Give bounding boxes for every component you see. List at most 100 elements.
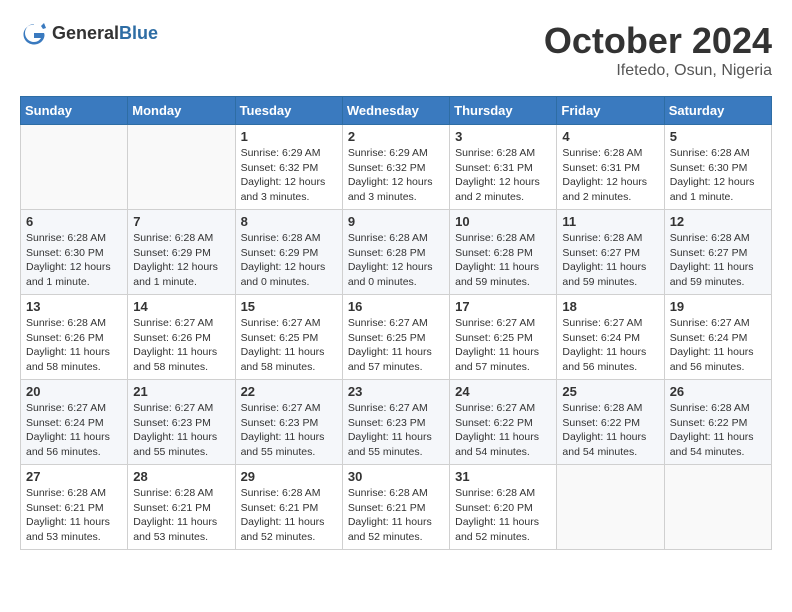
day-detail: Sunrise: 6:28 AM Sunset: 6:27 PM Dayligh… [670,231,766,290]
day-number: 20 [26,384,122,399]
day-number: 27 [26,469,122,484]
day-number: 15 [241,299,337,314]
day-number: 31 [455,469,551,484]
calendar-cell: 31 Sunrise: 6:28 AM Sunset: 6:20 PM Dayli… [450,465,557,550]
day-detail: Sunrise: 6:27 AM Sunset: 6:25 PM Dayligh… [455,316,551,375]
weekday-header: Sunday [21,97,128,125]
calendar-cell: 22 Sunrise: 6:27 AM Sunset: 6:23 PM Dayli… [235,380,342,465]
weekday-header: Thursday [450,97,557,125]
day-number: 2 [348,129,444,144]
calendar-cell: 8 Sunrise: 6:28 AM Sunset: 6:29 PM Daylig… [235,210,342,295]
calendar-cell: 13 Sunrise: 6:28 AM Sunset: 6:26 PM Dayli… [21,295,128,380]
day-number: 6 [26,214,122,229]
day-detail: Sunrise: 6:28 AM Sunset: 6:28 PM Dayligh… [455,231,551,290]
calendar-cell: 25 Sunrise: 6:28 AM Sunset: 6:22 PM Dayli… [557,380,664,465]
calendar-cell: 16 Sunrise: 6:27 AM Sunset: 6:25 PM Dayli… [342,295,449,380]
day-number: 14 [133,299,229,314]
calendar-cell: 1Sunrise: 6:29 AM Sunset: 6:32 PM Daylig… [235,125,342,210]
day-detail: Sunrise: 6:27 AM Sunset: 6:26 PM Dayligh… [133,316,229,375]
day-detail: Sunrise: 6:28 AM Sunset: 6:26 PM Dayligh… [26,316,122,375]
calendar-cell: 12Sunrise: 6:28 AM Sunset: 6:27 PM Dayli… [664,210,771,295]
logo-text: GeneralBlue [52,24,158,44]
calendar-cell: 15Sunrise: 6:27 AM Sunset: 6:25 PM Dayli… [235,295,342,380]
day-number: 16 [348,299,444,314]
day-number: 30 [348,469,444,484]
logo-icon [20,20,48,48]
calendar-cell: 9 Sunrise: 6:28 AM Sunset: 6:28 PM Daylig… [342,210,449,295]
calendar-cell: 3Sunrise: 6:28 AM Sunset: 6:31 PM Daylig… [450,125,557,210]
calendar-cell: 14 Sunrise: 6:27 AM Sunset: 6:26 PM Dayli… [128,295,235,380]
calendar-week-row: 1 Sunrise: 6:29 AM Sunset: 6:32 PM Daylig… [21,125,772,210]
day-number: 26 [670,384,766,399]
day-number: 18 [562,299,658,314]
calendar-cell: 23Sunrise: 6:27 AM Sunset: 6:23 PM Dayli… [342,380,449,465]
day-number: 22 [241,384,337,399]
calendar-cell: 27 Sunrise: 6:28 AM Sunset: 6:21 PM Dayli… [21,465,128,550]
weekday-header: Wednesday [342,97,449,125]
day-number: 23 [348,384,444,399]
day-number: 4 [562,129,658,144]
day-number: 1 [241,129,337,144]
day-detail: Sunrise: 6:28 AM Sunset: 6:21 PM Dayligh… [133,486,229,545]
day-detail: Sunrise: 6:28 AM Sunset: 6:31 PM Dayligh… [562,146,658,205]
day-number: 17 [455,299,551,314]
day-detail: Sunrise: 6:28 AM Sunset: 6:29 PM Dayligh… [133,231,229,290]
calendar-cell: 6 Sunrise: 6:28 AM Sunset: 6:30 PM Daylig… [21,210,128,295]
calendar-cell: 19 Sunrise: 6:27 AM Sunset: 6:24 PM Dayli… [664,295,771,380]
calendar-cell: 10Sunrise: 6:28 AM Sunset: 6:28 PM Dayli… [450,210,557,295]
weekday-header: Friday [557,97,664,125]
day-detail: Sunrise: 6:28 AM Sunset: 6:22 PM Dayligh… [670,401,766,460]
calendar-cell [557,465,664,550]
day-detail: Sunrise: 6:27 AM Sunset: 6:25 PM Dayligh… [348,316,444,375]
day-detail: Sunrise: 6:27 AM Sunset: 6:24 PM Dayligh… [670,316,766,375]
location: Ifetedo, Osun, Nigeria [544,62,772,80]
calendar-cell: 7 Sunrise: 6:28 AM Sunset: 6:29 PM Daylig… [128,210,235,295]
day-detail: Sunrise: 6:28 AM Sunset: 6:21 PM Dayligh… [241,486,337,545]
day-detail: Sunrise: 6:27 AM Sunset: 6:24 PM Dayligh… [562,316,658,375]
day-detail: Sunrise: 6:27 AM Sunset: 6:23 PM Dayligh… [241,401,337,460]
day-detail: Sunrise: 6:28 AM Sunset: 6:27 PM Dayligh… [562,231,658,290]
calendar-cell: 21Sunrise: 6:27 AM Sunset: 6:23 PM Dayli… [128,380,235,465]
calendar-cell: 17 Sunrise: 6:27 AM Sunset: 6:25 PM Dayli… [450,295,557,380]
weekday-header: Monday [128,97,235,125]
day-number: 7 [133,214,229,229]
calendar-cell: 29 Sunrise: 6:28 AM Sunset: 6:21 PM Dayli… [235,465,342,550]
calendar-week-row: 27 Sunrise: 6:28 AM Sunset: 6:21 PM Dayli… [21,465,772,550]
day-number: 29 [241,469,337,484]
calendar-week-row: 6 Sunrise: 6:28 AM Sunset: 6:30 PM Daylig… [21,210,772,295]
day-detail: Sunrise: 6:28 AM Sunset: 6:31 PM Dayligh… [455,146,551,205]
calendar-cell: 5Sunrise: 6:28 AM Sunset: 6:30 PM Daylig… [664,125,771,210]
calendar-cell: 18 Sunrise: 6:27 AM Sunset: 6:24 PM Dayli… [557,295,664,380]
day-detail: Sunrise: 6:28 AM Sunset: 6:29 PM Dayligh… [241,231,337,290]
day-number: 8 [241,214,337,229]
day-number: 19 [670,299,766,314]
day-number: 13 [26,299,122,314]
day-detail: Sunrise: 6:27 AM Sunset: 6:22 PM Dayligh… [455,401,551,460]
day-detail: Sunrise: 6:28 AM Sunset: 6:20 PM Dayligh… [455,486,551,545]
day-detail: Sunrise: 6:28 AM Sunset: 6:22 PM Dayligh… [562,401,658,460]
day-detail: Sunrise: 6:29 AM Sunset: 6:32 PM Dayligh… [348,146,444,205]
day-detail: Sunrise: 6:28 AM Sunset: 6:30 PM Dayligh… [670,146,766,205]
calendar-week-row: 20 Sunrise: 6:27 AM Sunset: 6:24 PM Dayli… [21,380,772,465]
calendar-cell: 24 Sunrise: 6:27 AM Sunset: 6:22 PM Dayli… [450,380,557,465]
calendar-cell: 30Sunrise: 6:28 AM Sunset: 6:21 PM Dayli… [342,465,449,550]
calendar-cell: 28Sunrise: 6:28 AM Sunset: 6:21 PM Dayli… [128,465,235,550]
calendar-week-row: 13 Sunrise: 6:28 AM Sunset: 6:26 PM Dayli… [21,295,772,380]
calendar-cell [664,465,771,550]
calendar-cell: 11Sunrise: 6:28 AM Sunset: 6:27 PM Dayli… [557,210,664,295]
calendar-table: SundayMondayTuesdayWednesdayThursdayFrid… [20,96,772,550]
day-detail: Sunrise: 6:28 AM Sunset: 6:28 PM Dayligh… [348,231,444,290]
calendar-cell [128,125,235,210]
calendar-cell: 26 Sunrise: 6:28 AM Sunset: 6:22 PM Dayli… [664,380,771,465]
month-title: October 2024 [544,20,772,62]
day-number: 21 [133,384,229,399]
weekday-header: Tuesday [235,97,342,125]
day-number: 25 [562,384,658,399]
day-detail: Sunrise: 6:28 AM Sunset: 6:30 PM Dayligh… [26,231,122,290]
day-detail: Sunrise: 6:27 AM Sunset: 6:24 PM Dayligh… [26,401,122,460]
day-number: 9 [348,214,444,229]
title-block: October 2024 Ifetedo, Osun, Nigeria [544,20,772,80]
day-detail: Sunrise: 6:28 AM Sunset: 6:21 PM Dayligh… [26,486,122,545]
calendar-cell: 4 Sunrise: 6:28 AM Sunset: 6:31 PM Daylig… [557,125,664,210]
day-number: 24 [455,384,551,399]
